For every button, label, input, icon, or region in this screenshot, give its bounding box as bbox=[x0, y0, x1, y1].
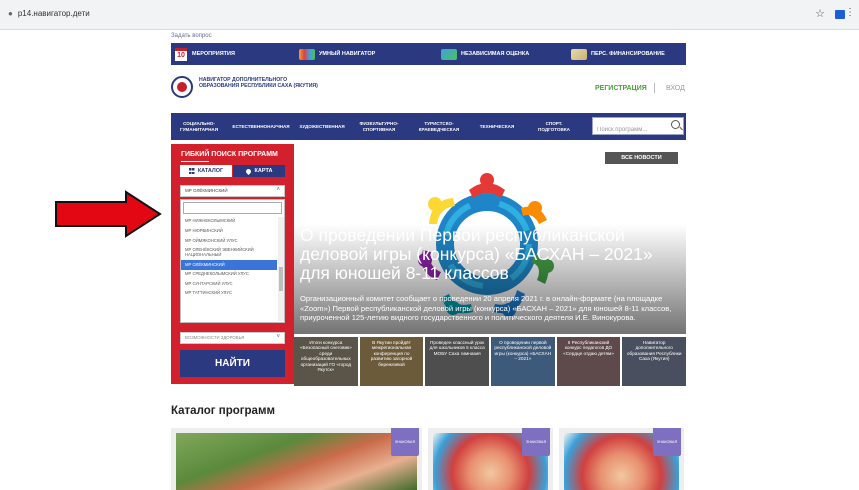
nav-events[interactable]: 10 МЕРОПРИЯТИЯ bbox=[175, 43, 235, 65]
dropdown-option[interactable]: МР ОЙМЯКОНСКИЙ УЛУС bbox=[181, 236, 277, 246]
news-card[interactable]: В Якутии пройдёт межрегиональная конфере… bbox=[359, 337, 424, 386]
title-underline bbox=[181, 161, 209, 162]
health-select[interactable]: ВОЗМОЖНОСТИ ЗДОРОВЬЯ ˅ bbox=[180, 332, 285, 344]
news-card[interactable]: Итоги конкурса «Безопасный снеговик» сре… bbox=[294, 337, 358, 386]
dropdown-option[interactable]: МР СУНТАРСКИЙ УЛУС bbox=[181, 279, 277, 289]
bookmark-star-icon[interactable]: ☆ bbox=[815, 7, 825, 20]
news-slider[interactable]: ВСЕ НОВОСТИ О проведении Первой республи… bbox=[294, 144, 686, 386]
people-icon bbox=[299, 48, 315, 60]
category-sport-training[interactable]: СПОРТ. ПОДГОТОВКА bbox=[525, 113, 583, 140]
calendar-icon: 10 bbox=[175, 47, 187, 61]
news-card[interactable]: II Республиканский конкурс педагогов ДО … bbox=[556, 337, 621, 386]
catalog-tab[interactable]: КАТАЛОГ bbox=[180, 165, 232, 177]
lock-icon: ● bbox=[8, 9, 13, 18]
category-technical[interactable]: ТЕХНИЧЕСКАЯ bbox=[471, 113, 523, 140]
program-card-image bbox=[176, 433, 417, 490]
all-news-button[interactable]: ВСЕ НОВОСТИ bbox=[605, 152, 678, 164]
nav-events-label: МЕРОПРИЯТИЯ bbox=[192, 51, 235, 57]
register-link[interactable]: РЕГИСТРАЦИЯ bbox=[595, 85, 647, 92]
flexible-search-panel: ГИБКИЙ ПОИСК ПРОГРАММ КАТАЛОГ КАРТА МР О… bbox=[171, 144, 294, 384]
chevron-up-icon: ˄ bbox=[276, 187, 280, 193]
url-text: р14.навигатор.дети bbox=[17, 9, 90, 18]
map-tab[interactable]: КАРТА bbox=[233, 165, 285, 177]
login-link[interactable]: ВХОД bbox=[666, 85, 685, 92]
news-card[interactable]: Проведен классный урок для школьников 5 … bbox=[425, 337, 490, 386]
dropdown-option[interactable]: МР ОЛЁКМИНСКИЙ bbox=[181, 260, 277, 270]
category-tourism[interactable]: ТУРИСТСКО- КРАЕВЕДЧЕСКАЯ bbox=[409, 113, 469, 140]
browser-menu-icon[interactable]: ⋮ bbox=[845, 7, 855, 18]
category-science[interactable]: ЕСТЕСТВЕННОНАУЧНАЯ bbox=[229, 113, 293, 140]
grid-icon bbox=[188, 168, 195, 174]
dropdown-search-field[interactable] bbox=[183, 202, 282, 214]
top-navigation: 10 МЕРОПРИЯТИЯ УМНЫЙ НАВИГАТОР НЕЗАВИСИМ… bbox=[171, 43, 686, 65]
dropdown-option[interactable]: МР ТАТТИНСКИЙ УЛУС bbox=[181, 289, 277, 299]
program-card[interactable]: ЗНАКОВАЯ bbox=[428, 428, 553, 490]
panel-title: ГИБКИЙ ПОИСК ПРОГРАММ bbox=[181, 151, 278, 158]
find-button[interactable]: НАЙТИ bbox=[180, 350, 285, 377]
nav-smart-navigator-label: УМНЫЙ НАВИГАТОР bbox=[319, 51, 376, 57]
chevron-down-icon: ˅ bbox=[276, 334, 280, 340]
district-dropdown: МР НИЖНЕКОЛЫМСКИЙ МР НЮРБИНСКИЙ МР ОЙМЯКОН… bbox=[180, 199, 285, 323]
site-logo-text[interactable]: НАВИГАТОР ДОПОЛНИТЕЛЬНОГО ОБРАЗОВАНИЯ РЕ… bbox=[199, 77, 319, 89]
news-card[interactable]: Навигатор дополнительного образования Ре… bbox=[622, 337, 686, 386]
badge-label: ЗНАКОВАЯ bbox=[391, 428, 419, 456]
program-card[interactable]: ЗНАКОВАЯ bbox=[171, 428, 422, 490]
nav-independent-rating-label: НЕЗАВИСИМАЯ ОЦЕНКА bbox=[461, 51, 530, 57]
map-pin-icon bbox=[244, 167, 252, 175]
nav-smart-navigator[interactable]: УМНЫЙ НАВИГАТОР bbox=[299, 43, 375, 65]
chart-icon bbox=[441, 48, 457, 60]
news-headline[interactable]: О проведении Первой республиканской дело… bbox=[300, 226, 680, 283]
nav-personal-funding[interactable]: ПЕРС. ФИНАНСИРОВАНИЕ bbox=[571, 43, 665, 65]
dropdown-option[interactable]: МР НЮРБИНСКИЙ bbox=[181, 227, 277, 237]
district-select[interactable]: МР ОЛЁКМИНСКИЙ ˄ bbox=[180, 185, 285, 197]
browser-toolbar: ● р14.навигатор.дети ☆ ⋮ bbox=[0, 0, 859, 30]
badge-label: ЗНАКОВАЯ bbox=[522, 428, 550, 456]
ask-question-link[interactable]: Задать вопрос bbox=[171, 33, 212, 39]
news-card[interactable]: О проведении первой республиканской дело… bbox=[491, 337, 555, 386]
extension-icon[interactable] bbox=[835, 10, 845, 19]
divider bbox=[654, 83, 655, 93]
catalog-heading: Каталог программ bbox=[171, 405, 275, 417]
health-select-value: ВОЗМОЖНОСТИ ЗДОРОВЬЯ bbox=[185, 335, 245, 340]
site-logo-emblem[interactable] bbox=[171, 76, 193, 98]
certificate-icon bbox=[571, 48, 587, 60]
district-select-value: МР ОЛЁКМИНСКИЙ bbox=[185, 188, 228, 193]
map-tab-label: КАРТА bbox=[254, 168, 273, 174]
dropdown-options: МР НИЖНЕКОЛЫМСКИЙ МР НЮРБИНСКИЙ МР ОЙМЯКОН… bbox=[181, 217, 277, 298]
category-sport[interactable]: ФИЗКУЛЬТУРНО- СПОРТИВНАЯ bbox=[351, 113, 407, 140]
program-search[interactable] bbox=[592, 117, 684, 138]
news-thumbnails: Итоги конкурса «Безопасный снеговик» сре… bbox=[294, 337, 686, 386]
nav-personal-funding-label: ПЕРС. ФИНАНСИРОВАНИЕ bbox=[591, 51, 665, 57]
dropdown-option[interactable]: МР ОЛЕНЁКСКИЙ ЭВЕНКИЙСКИЙ НАЦИОНАЛЬНЫЙ bbox=[181, 246, 277, 260]
dropdown-option[interactable]: МР СРЕДНЕКОЛЫМСКИЙ УЛУС bbox=[181, 270, 277, 280]
search-icon[interactable] bbox=[671, 120, 680, 129]
badge-label: ЗНАКОВАЯ bbox=[653, 428, 681, 456]
red-arrow-icon bbox=[55, 190, 162, 238]
program-card[interactable]: ЗНАКОВАЯ bbox=[559, 428, 684, 490]
program-search-input[interactable] bbox=[593, 122, 669, 138]
category-art[interactable]: ХУДОЖЕСТВЕННАЯ bbox=[295, 113, 349, 140]
category-social[interactable]: СОЦИАЛЬНО- ГУМАНИТАРНАЯ bbox=[171, 113, 227, 140]
catalog-tab-label: КАТАЛОГ bbox=[197, 168, 224, 174]
address-bar[interactable]: ● р14.навигатор.дети bbox=[8, 9, 90, 18]
scrollbar-thumb[interactable] bbox=[279, 267, 283, 291]
news-summary: Организационный комитет сообщает о прове… bbox=[300, 294, 672, 323]
nav-independent-rating[interactable]: НЕЗАВИСИМАЯ ОЦЕНКА bbox=[441, 43, 529, 65]
dropdown-scrollbar[interactable] bbox=[278, 217, 284, 321]
dropdown-option[interactable]: МР НИЖНЕКОЛЫМСКИЙ bbox=[181, 217, 277, 227]
